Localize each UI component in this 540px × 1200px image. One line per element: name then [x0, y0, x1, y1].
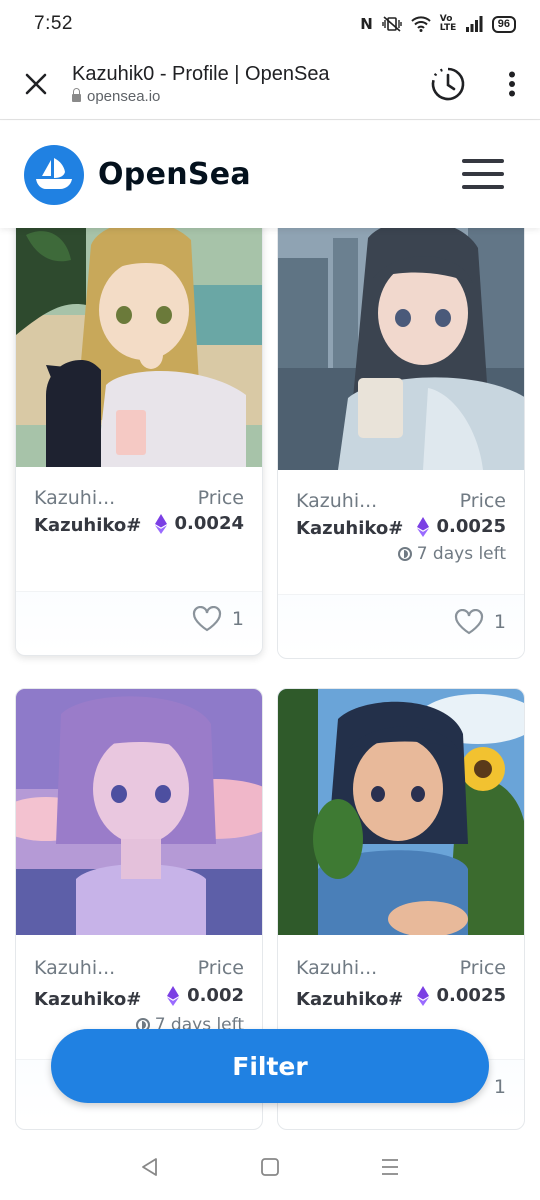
page-info[interactable]: Kazuhik0 - Profile | OpenSea opensea.io — [72, 62, 418, 105]
lock-icon — [72, 88, 81, 102]
collection-name[interactable]: Kazuhi... — [34, 487, 115, 509]
nfc-icon: N — [360, 15, 373, 33]
hamburger-line — [462, 172, 504, 176]
back-button[interactable] — [130, 1147, 170, 1187]
price-amount: 0.002 — [187, 985, 244, 1006]
price-value: 0.002 — [167, 985, 244, 1006]
nft-image[interactable] — [278, 689, 524, 935]
sailboat-icon — [36, 157, 72, 189]
nft-artwork — [16, 228, 262, 467]
collection-name[interactable]: Kazuhi... — [296, 490, 377, 512]
system-nav-bar — [0, 1134, 540, 1200]
history-button[interactable] — [418, 48, 478, 120]
opensea-logo[interactable] — [24, 144, 84, 205]
nft-artwork — [278, 228, 524, 470]
card-footer: 1 — [278, 594, 524, 656]
nft-card[interactable]: Kazuhi... Price Kazuhiko# 0.0025 7 days … — [277, 228, 525, 659]
nft-artwork — [278, 689, 524, 935]
favorite-button[interactable]: 1 — [192, 606, 244, 632]
nft-name: Kazuhiko# — [296, 989, 404, 1010]
more-vertical-icon — [509, 71, 515, 96]
price-label: Price — [459, 490, 506, 512]
close-tab-button[interactable] — [0, 48, 72, 120]
home-button[interactable] — [250, 1147, 290, 1187]
signal-icon — [465, 16, 483, 32]
status-bar: 7:52 N Vo LTE 96 — [0, 0, 540, 48]
wifi-icon — [411, 16, 431, 32]
card-info: Kazuhi... Price Kazuhiko# 0.0025 7 days … — [278, 470, 524, 594]
favorite-count: 1 — [231, 608, 244, 630]
ethereum-icon — [416, 985, 429, 1006]
price-label: Price — [197, 957, 244, 979]
heart-icon — [192, 606, 222, 632]
recents-menu-icon — [382, 1159, 398, 1175]
page-title: Kazuhik0 - Profile | OpenSea — [72, 63, 330, 85]
price-value: 0.0025 — [416, 985, 506, 1006]
hamburger-menu-button[interactable] — [462, 159, 504, 189]
collection-name[interactable]: Kazuhi... — [34, 957, 115, 979]
ethereum-icon — [167, 985, 180, 1006]
favorite-count: 1 — [493, 611, 506, 633]
nft-image[interactable] — [278, 228, 524, 470]
battery-indicator: 96 — [491, 15, 516, 33]
price-value: 0.0024 — [154, 513, 244, 534]
nft-artwork — [16, 689, 262, 935]
collection-name[interactable]: Kazuhi... — [296, 957, 377, 979]
price-amount: 0.0025 — [436, 516, 506, 537]
nft-image[interactable] — [16, 228, 262, 467]
vibrate-icon — [382, 16, 402, 32]
card-footer: 1 — [16, 591, 262, 653]
heart-icon — [454, 609, 484, 635]
hamburger-line — [462, 159, 504, 163]
brand-name[interactable]: OpenSea — [98, 157, 251, 192]
nft-name: Kazuhiko# — [34, 989, 142, 1010]
favorite-count: 1 — [493, 1076, 506, 1098]
auction-time-left: 7 days left — [397, 544, 506, 564]
volte-icon: Vo LTE — [439, 14, 457, 33]
price-label: Price — [197, 487, 244, 509]
price-value: 0.0025 — [416, 516, 506, 537]
status-icons: N Vo LTE 96 — [360, 15, 516, 33]
more-options-button[interactable] — [484, 48, 540, 120]
home-square-icon — [261, 1158, 279, 1176]
nft-grid: Kazuhi... Price Kazuhiko# 0.0024 1 Kazuh… — [0, 228, 540, 1134]
nft-name: Kazuhiko# — [34, 515, 142, 536]
clock-icon — [397, 547, 412, 561]
price-amount: 0.0025 — [436, 985, 506, 1006]
nft-image[interactable] — [16, 689, 262, 935]
price-amount: 0.0024 — [174, 513, 244, 534]
close-icon — [25, 73, 47, 94]
card-info: Kazuhi... Price Kazuhiko# 0.0024 — [16, 467, 262, 591]
status-time: 7:52 — [34, 13, 73, 34]
back-triangle-icon — [142, 1158, 157, 1176]
time-left-text: 7 days left — [416, 544, 506, 564]
ethereum-icon — [154, 513, 167, 534]
page-url: opensea.io — [87, 88, 161, 105]
hamburger-line — [462, 185, 504, 189]
filter-button[interactable]: Filter — [51, 1029, 489, 1103]
site-header: OpenSea — [0, 121, 540, 228]
browser-toolbar: Kazuhik0 - Profile | OpenSea opensea.io — [0, 48, 540, 120]
url-line: opensea.io — [72, 88, 418, 105]
nft-name: Kazuhiko# — [296, 518, 404, 539]
favorite-button[interactable]: 1 — [454, 609, 506, 635]
price-label: Price — [459, 957, 506, 979]
nft-card[interactable]: Kazuhi... Price Kazuhiko# 0.0024 1 — [15, 228, 263, 656]
history-icon — [431, 67, 465, 100]
ethereum-icon — [416, 516, 429, 537]
recents-button[interactable] — [370, 1147, 410, 1187]
